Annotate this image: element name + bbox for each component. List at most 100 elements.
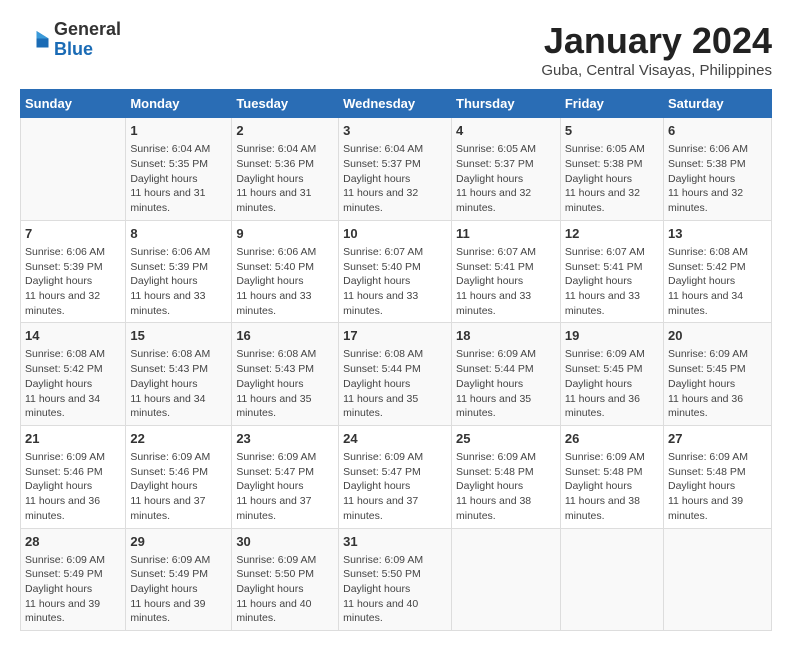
cell-info: Sunrise: 6:04 AMSunset: 5:36 PMDaylight … (236, 142, 334, 215)
cell-info: Sunrise: 6:09 AMSunset: 5:47 PMDaylight … (236, 450, 334, 523)
col-saturday: Saturday (664, 90, 772, 118)
cell-info: Sunrise: 6:08 AMSunset: 5:43 PMDaylight … (236, 347, 334, 420)
table-row: 21 Sunrise: 6:09 AMSunset: 5:46 PMDayligh… (21, 425, 126, 528)
cell-info: Sunrise: 6:05 AMSunset: 5:38 PMDaylight … (565, 142, 659, 215)
table-row: 30 Sunrise: 6:09 AMSunset: 5:50 PMDayligh… (232, 528, 339, 631)
cell-info: Sunrise: 6:06 AMSunset: 5:39 PMDaylight … (130, 245, 227, 318)
day-number: 19 (565, 327, 659, 345)
calendar-week-row: 21 Sunrise: 6:09 AMSunset: 5:46 PMDayligh… (21, 425, 772, 528)
table-row (560, 528, 663, 631)
location: Guba, Central Visayas, Philippines (541, 62, 772, 79)
day-number: 4 (456, 122, 556, 140)
calendar-week-row: 7 Sunrise: 6:06 AMSunset: 5:39 PMDaylight… (21, 220, 772, 323)
table-row: 23 Sunrise: 6:09 AMSunset: 5:47 PMDayligh… (232, 425, 339, 528)
day-number: 2 (236, 122, 334, 140)
day-number: 3 (343, 122, 447, 140)
cell-info: Sunrise: 6:06 AMSunset: 5:39 PMDaylight … (25, 245, 121, 318)
cell-info: Sunrise: 6:09 AMSunset: 5:50 PMDaylight … (236, 553, 334, 626)
table-row: 17 Sunrise: 6:08 AMSunset: 5:44 PMDayligh… (339, 323, 452, 426)
day-number: 27 (668, 430, 767, 448)
day-number: 10 (343, 225, 447, 243)
logo-text: General Blue (54, 20, 121, 60)
cell-info: Sunrise: 6:06 AMSunset: 5:40 PMDaylight … (236, 245, 334, 318)
day-number: 30 (236, 533, 334, 551)
calendar-week-row: 14 Sunrise: 6:08 AMSunset: 5:42 PMDayligh… (21, 323, 772, 426)
cell-info: Sunrise: 6:08 AMSunset: 5:42 PMDaylight … (25, 347, 121, 420)
day-number: 22 (130, 430, 227, 448)
table-row: 28Sunrise: 6:09 AMSunset: 5:49 PMDayligh… (21, 528, 126, 631)
table-row: 3 Sunrise: 6:04 AMSunset: 5:37 PMDaylight… (339, 118, 452, 221)
table-row: 10Sunrise: 6:07 AMSunset: 5:40 PMDayligh… (339, 220, 452, 323)
cell-info: Sunrise: 6:07 AMSunset: 5:41 PMDaylight … (565, 245, 659, 318)
table-row: 8 Sunrise: 6:06 AMSunset: 5:39 PMDaylight… (126, 220, 232, 323)
table-row: 26 Sunrise: 6:09 AMSunset: 5:48 PMDayligh… (560, 425, 663, 528)
table-row: 6 Sunrise: 6:06 AMSunset: 5:38 PMDaylight… (664, 118, 772, 221)
day-number: 12 (565, 225, 659, 243)
table-row (664, 528, 772, 631)
day-number: 26 (565, 430, 659, 448)
cell-info: Sunrise: 6:08 AMSunset: 5:42 PMDaylight … (668, 245, 767, 318)
cell-info: Sunrise: 6:09 AMSunset: 5:49 PMDaylight … (25, 553, 121, 626)
cell-info: Sunrise: 6:09 AMSunset: 5:45 PMDaylight … (668, 347, 767, 420)
cell-info: Sunrise: 6:04 AMSunset: 5:37 PMDaylight … (343, 142, 447, 215)
table-row (21, 118, 126, 221)
day-number: 15 (130, 327, 227, 345)
table-row: 25 Sunrise: 6:09 AMSunset: 5:48 PMDayligh… (452, 425, 561, 528)
table-row: 31 Sunrise: 6:09 AMSunset: 5:50 PMDayligh… (339, 528, 452, 631)
table-row: 24 Sunrise: 6:09 AMSunset: 5:47 PMDayligh… (339, 425, 452, 528)
cell-info: Sunrise: 6:09 AMSunset: 5:48 PMDaylight … (668, 450, 767, 523)
day-number: 18 (456, 327, 556, 345)
month-title: January 2024 (541, 20, 772, 62)
cell-info: Sunrise: 6:09 AMSunset: 5:50 PMDaylight … (343, 553, 447, 626)
day-number: 24 (343, 430, 447, 448)
day-number: 13 (668, 225, 767, 243)
day-number: 20 (668, 327, 767, 345)
day-number: 29 (130, 533, 227, 551)
day-number: 6 (668, 122, 767, 140)
cell-info: Sunrise: 6:09 AMSunset: 5:48 PMDaylight … (456, 450, 556, 523)
cell-info: Sunrise: 6:04 AMSunset: 5:35 PMDaylight … (130, 142, 227, 215)
cell-info: Sunrise: 6:06 AMSunset: 5:38 PMDaylight … (668, 142, 767, 215)
table-row: 20 Sunrise: 6:09 AMSunset: 5:45 PMDayligh… (664, 323, 772, 426)
calendar-week-row: 28Sunrise: 6:09 AMSunset: 5:49 PMDayligh… (21, 528, 772, 631)
table-row: 15Sunrise: 6:08 AMSunset: 5:43 PMDayligh… (126, 323, 232, 426)
table-row: 11Sunrise: 6:07 AMSunset: 5:41 PMDayligh… (452, 220, 561, 323)
day-number: 23 (236, 430, 334, 448)
day-number: 17 (343, 327, 447, 345)
cell-info: Sunrise: 6:09 AMSunset: 5:46 PMDaylight … (130, 450, 227, 523)
table-row: 2 Sunrise: 6:04 AMSunset: 5:36 PMDaylight… (232, 118, 339, 221)
day-number: 5 (565, 122, 659, 140)
table-row: 22 Sunrise: 6:09 AMSunset: 5:46 PMDayligh… (126, 425, 232, 528)
col-friday: Friday (560, 90, 663, 118)
day-number: 21 (25, 430, 121, 448)
day-number: 14 (25, 327, 121, 345)
table-row: 14 Sunrise: 6:08 AMSunset: 5:42 PMDayligh… (21, 323, 126, 426)
day-number: 25 (456, 430, 556, 448)
day-number: 8 (130, 225, 227, 243)
cell-info: Sunrise: 6:08 AMSunset: 5:44 PMDaylight … (343, 347, 447, 420)
day-number: 11 (456, 225, 556, 243)
table-row: 1 Sunrise: 6:04 AMSunset: 5:35 PMDaylight… (126, 118, 232, 221)
logo-general: General (54, 20, 121, 40)
cell-info: Sunrise: 6:09 AMSunset: 5:47 PMDaylight … (343, 450, 447, 523)
day-number: 9 (236, 225, 334, 243)
day-number: 7 (25, 225, 121, 243)
logo-icon (20, 25, 50, 55)
title-block: January 2024 Guba, Central Visayas, Phil… (541, 20, 772, 79)
cell-info: Sunrise: 6:09 AMSunset: 5:45 PMDaylight … (565, 347, 659, 420)
col-wednesday: Wednesday (339, 90, 452, 118)
cell-info: Sunrise: 6:09 AMSunset: 5:48 PMDaylight … (565, 450, 659, 523)
cell-info: Sunrise: 6:09 AMSunset: 5:44 PMDaylight … (456, 347, 556, 420)
table-row: 4Sunrise: 6:05 AMSunset: 5:37 PMDaylight… (452, 118, 561, 221)
day-number: 1 (130, 122, 227, 140)
table-row: 13 Sunrise: 6:08 AMSunset: 5:42 PMDayligh… (664, 220, 772, 323)
cell-info: Sunrise: 6:09 AMSunset: 5:46 PMDaylight … (25, 450, 121, 523)
calendar-header-row: Sunday Monday Tuesday Wednesday Thursday… (21, 90, 772, 118)
table-row: 5 Sunrise: 6:05 AMSunset: 5:38 PMDaylight… (560, 118, 663, 221)
table-row: 7 Sunrise: 6:06 AMSunset: 5:39 PMDaylight… (21, 220, 126, 323)
day-number: 31 (343, 533, 447, 551)
table-row (452, 528, 561, 631)
calendar-table: Sunday Monday Tuesday Wednesday Thursday… (20, 89, 772, 631)
col-tuesday: Tuesday (232, 90, 339, 118)
logo-blue: Blue (54, 40, 121, 60)
